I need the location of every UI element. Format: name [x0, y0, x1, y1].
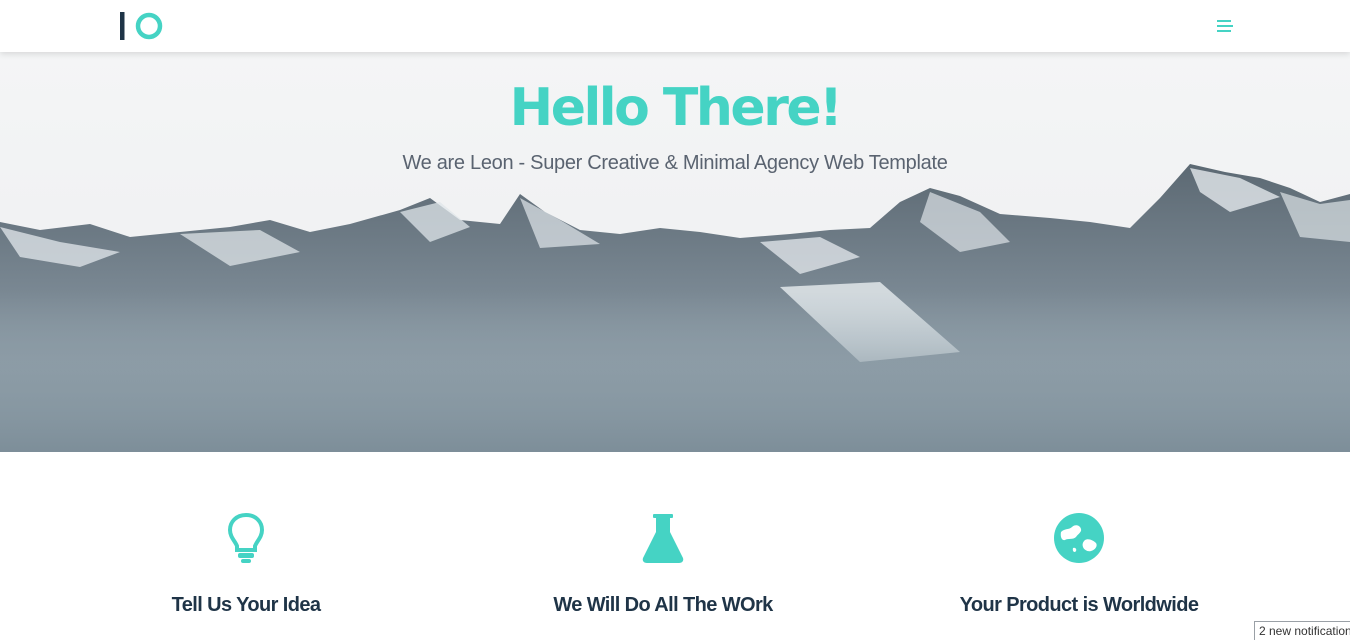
- flask-icon: [642, 514, 684, 563]
- feature-card-worldwide: Your Product is Worldwide: [929, 510, 1229, 617]
- feature-card-idea: Tell Us Your Idea: [96, 510, 396, 617]
- top-navbar: [0, 0, 1350, 52]
- hamburger-menu-icon[interactable]: [1212, 16, 1238, 38]
- features-section: Tell Us Your Idea We Will Do All The WOr…: [0, 452, 1350, 640]
- io-logo[interactable]: [118, 10, 168, 44]
- feature-title-worldwide: Your Product is Worldwide: [959, 594, 1199, 616]
- hero-section: Hello There! We are Leon - Super Creativ…: [0, 52, 1350, 452]
- notification-badge[interactable]: 2 new notifications: [1254, 621, 1350, 640]
- feature-title-work: We Will Do All The WOrk: [553, 594, 773, 616]
- hero-title: Hello There!: [509, 78, 843, 138]
- lightbulb-icon: [227, 512, 265, 563]
- feature-card-work: We Will Do All The WOrk: [513, 510, 813, 617]
- feature-title-idea: Tell Us Your Idea: [171, 594, 321, 616]
- hero-subtitle: We are Leon - Super Creative & Minimal A…: [402, 152, 948, 174]
- globe-icon: [1054, 513, 1104, 563]
